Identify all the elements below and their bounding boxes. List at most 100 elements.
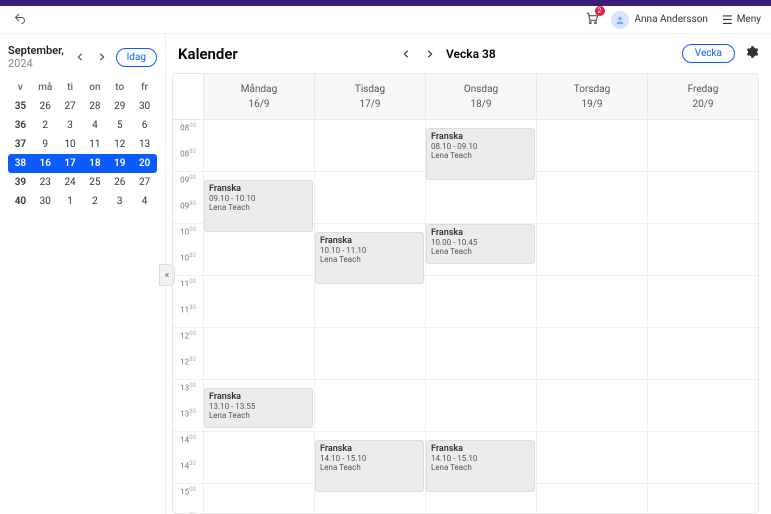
mini-cal-day[interactable]: 18 bbox=[82, 154, 107, 173]
mini-cal-day[interactable]: 16 bbox=[33, 154, 58, 173]
mini-cal-day[interactable]: 26 bbox=[107, 173, 132, 192]
mini-cal-day[interactable]: 2 bbox=[33, 116, 58, 135]
mini-cal-day[interactable]: 9 bbox=[33, 135, 58, 154]
mini-cal-day[interactable]: 13 bbox=[132, 135, 157, 154]
time-slot[interactable] bbox=[536, 406, 647, 431]
calendar-event[interactable]: Franska10.10 - 11.10Lena Teach bbox=[315, 232, 424, 284]
time-slot[interactable] bbox=[425, 276, 536, 302]
time-slot[interactable] bbox=[203, 510, 314, 513]
time-slot[interactable] bbox=[536, 328, 647, 354]
time-slot[interactable] bbox=[647, 484, 758, 510]
mini-cal-day[interactable]: 4 bbox=[132, 192, 157, 211]
mini-cal-day[interactable]: 10 bbox=[58, 135, 83, 154]
username-label[interactable]: Anna Andersson bbox=[635, 14, 708, 25]
time-slot[interactable] bbox=[536, 224, 647, 250]
mini-cal-week[interactable]: 38 bbox=[8, 154, 33, 173]
mini-cal-day[interactable]: 28 bbox=[82, 97, 107, 116]
back-button[interactable] bbox=[10, 10, 30, 30]
time-slot[interactable] bbox=[314, 354, 425, 379]
time-slot[interactable] bbox=[647, 172, 758, 198]
time-slot[interactable] bbox=[647, 250, 758, 275]
time-slot[interactable] bbox=[536, 276, 647, 302]
mini-cal-day[interactable]: 5 bbox=[107, 116, 132, 135]
mini-cal-week[interactable]: 35 bbox=[8, 97, 33, 116]
time-slot[interactable] bbox=[536, 146, 647, 171]
time-slot[interactable] bbox=[647, 302, 758, 327]
mini-cal-day[interactable]: 17 bbox=[58, 154, 83, 173]
time-slot[interactable] bbox=[647, 510, 758, 513]
time-slot[interactable] bbox=[314, 198, 425, 223]
time-slot[interactable] bbox=[647, 276, 758, 302]
time-slot[interactable] bbox=[536, 458, 647, 483]
time-slot[interactable] bbox=[647, 380, 758, 406]
time-slot[interactable] bbox=[314, 146, 425, 171]
time-slot[interactable] bbox=[536, 510, 647, 513]
time-slot[interactable] bbox=[203, 302, 314, 327]
mini-cal-day[interactable]: 19 bbox=[107, 154, 132, 173]
mini-cal-day[interactable]: 30 bbox=[132, 97, 157, 116]
prev-week-button[interactable] bbox=[398, 46, 414, 62]
calendar-event[interactable]: Franska09.10 - 10.10Lena Teach bbox=[204, 180, 313, 232]
time-slot[interactable] bbox=[314, 120, 425, 146]
calendar-scroll[interactable]: 0800083009000930100010301100113012001230… bbox=[173, 120, 758, 513]
mini-cal-day[interactable]: 23 bbox=[33, 173, 58, 192]
mini-cal-day[interactable]: 26 bbox=[33, 97, 58, 116]
time-slot[interactable] bbox=[647, 120, 758, 146]
time-slot[interactable] bbox=[647, 406, 758, 431]
time-slot[interactable] bbox=[314, 302, 425, 327]
mini-cal-day[interactable]: 27 bbox=[132, 173, 157, 192]
time-slot[interactable] bbox=[647, 146, 758, 171]
calendar-event[interactable]: Franska14.10 - 15.10Lena Teach bbox=[315, 440, 424, 492]
mini-cal-day[interactable]: 1 bbox=[58, 192, 83, 211]
time-slot[interactable] bbox=[425, 354, 536, 379]
time-slot[interactable] bbox=[425, 328, 536, 354]
time-slot[interactable] bbox=[203, 146, 314, 171]
time-slot[interactable] bbox=[536, 198, 647, 223]
notifications-button[interactable]: 2 bbox=[585, 10, 599, 29]
mini-cal-day[interactable]: 30 bbox=[33, 192, 58, 211]
next-week-button[interactable] bbox=[422, 46, 438, 62]
today-button[interactable]: Idag bbox=[116, 48, 157, 67]
time-slot[interactable] bbox=[314, 172, 425, 198]
time-slot[interactable] bbox=[647, 224, 758, 250]
time-slot[interactable] bbox=[536, 432, 647, 458]
time-slot[interactable] bbox=[425, 380, 536, 406]
time-slot[interactable] bbox=[314, 328, 425, 354]
time-slot[interactable] bbox=[647, 198, 758, 223]
next-month-button[interactable] bbox=[94, 49, 110, 65]
time-slot[interactable] bbox=[425, 510, 536, 513]
menu-button[interactable]: ☰ Meny bbox=[722, 13, 761, 27]
mini-cal-day[interactable]: 27 bbox=[58, 97, 83, 116]
time-slot[interactable] bbox=[647, 432, 758, 458]
time-slot[interactable] bbox=[536, 120, 647, 146]
mini-cal-day[interactable]: 25 bbox=[82, 173, 107, 192]
time-slot[interactable] bbox=[314, 510, 425, 513]
time-slot[interactable] bbox=[536, 484, 647, 510]
time-slot[interactable] bbox=[203, 484, 314, 510]
time-slot[interactable] bbox=[647, 328, 758, 354]
calendar-event[interactable]: Franska13.10 - 13.55Lena Teach bbox=[204, 388, 313, 428]
time-slot[interactable] bbox=[203, 328, 314, 354]
prev-month-button[interactable] bbox=[72, 49, 88, 65]
mini-cal-week[interactable]: 40 bbox=[8, 192, 33, 211]
view-mode-button[interactable]: Vecka bbox=[682, 44, 735, 63]
time-slot[interactable] bbox=[536, 250, 647, 275]
mini-cal-day[interactable]: 6 bbox=[132, 116, 157, 135]
mini-cal-week[interactable]: 37 bbox=[8, 135, 33, 154]
calendar-event[interactable]: Franska14.10 - 15.10Lena Teach bbox=[426, 440, 535, 492]
time-slot[interactable] bbox=[647, 458, 758, 483]
avatar[interactable] bbox=[611, 11, 629, 29]
mini-cal-day[interactable]: 2 bbox=[82, 192, 107, 211]
time-slot[interactable] bbox=[203, 120, 314, 146]
mini-cal-day[interactable]: 4 bbox=[82, 116, 107, 135]
mini-cal-day[interactable]: 29 bbox=[107, 97, 132, 116]
calendar-event[interactable]: Franska08.10 - 09.10Lena Teach bbox=[426, 128, 535, 180]
mini-cal-week[interactable]: 36 bbox=[8, 116, 33, 135]
time-slot[interactable] bbox=[425, 406, 536, 431]
time-slot[interactable] bbox=[314, 406, 425, 431]
mini-cal-day[interactable]: 3 bbox=[58, 116, 83, 135]
time-slot[interactable] bbox=[536, 302, 647, 327]
calendar-event[interactable]: Franska10.00 - 10.45Lena Teach bbox=[426, 224, 535, 264]
time-slot[interactable] bbox=[314, 380, 425, 406]
time-slot[interactable] bbox=[203, 458, 314, 483]
